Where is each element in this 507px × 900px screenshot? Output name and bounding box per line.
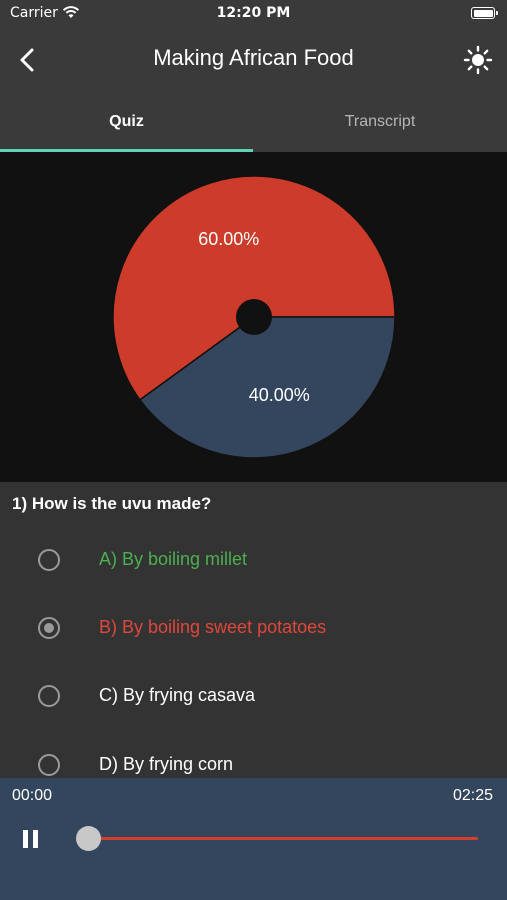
radio-button[interactable] <box>38 685 60 707</box>
pie-chart-svg: 60.00% 40.00% <box>112 175 396 459</box>
radio-button[interactable] <box>38 549 60 571</box>
total-time: 02:25 <box>452 787 493 804</box>
status-bar: Carrier 12:20 PM <box>0 0 507 28</box>
playback-slider[interactable] <box>76 824 480 852</box>
page-title: Making African Food <box>153 45 354 70</box>
answer-label: C) By frying casava <box>99 685 256 705</box>
quiz-panel: 1) How is the uvu made? A) By boiling mi… <box>0 482 507 778</box>
tab-bar: Quiz Transcript <box>0 92 507 152</box>
answer-label: A) By boiling millet <box>99 549 248 569</box>
slider-track <box>88 837 478 840</box>
pause-button[interactable] <box>20 828 42 850</box>
radio-button[interactable] <box>38 617 60 639</box>
tab-transcript[interactable]: Transcript <box>253 92 507 152</box>
answer-option-a[interactable]: A) By boiling millet <box>0 535 507 585</box>
pie-slice-label-1: 40.00% <box>249 385 310 405</box>
answer-option-c[interactable]: C) By frying casava <box>0 671 507 721</box>
tab-quiz[interactable]: Quiz <box>0 92 253 152</box>
answer-option-b[interactable]: B) By boiling sweet potatoes <box>0 603 507 653</box>
navigation-bar: Making African Food <box>0 28 507 92</box>
pie-center-hole <box>236 299 272 335</box>
slider-thumb[interactable] <box>76 826 101 851</box>
pie-chart: 60.00% 40.00% <box>0 152 507 482</box>
pie-slice-label-0: 60.00% <box>198 229 259 249</box>
battery-icon <box>471 7 498 19</box>
question-text: 1) How is the uvu made? <box>12 494 212 513</box>
answer-label: B) By boiling sweet potatoes <box>99 617 327 637</box>
audio-player: 00:00 02:25 <box>0 778 507 900</box>
current-time: 00:00 <box>12 787 53 804</box>
brightness-icon[interactable] <box>463 45 493 75</box>
status-time: 12:20 PM <box>216 5 291 21</box>
answer-label: D) By frying corn <box>99 754 234 774</box>
radio-button[interactable] <box>38 754 60 776</box>
answer-option-d[interactable]: D) By frying corn <box>0 740 507 778</box>
